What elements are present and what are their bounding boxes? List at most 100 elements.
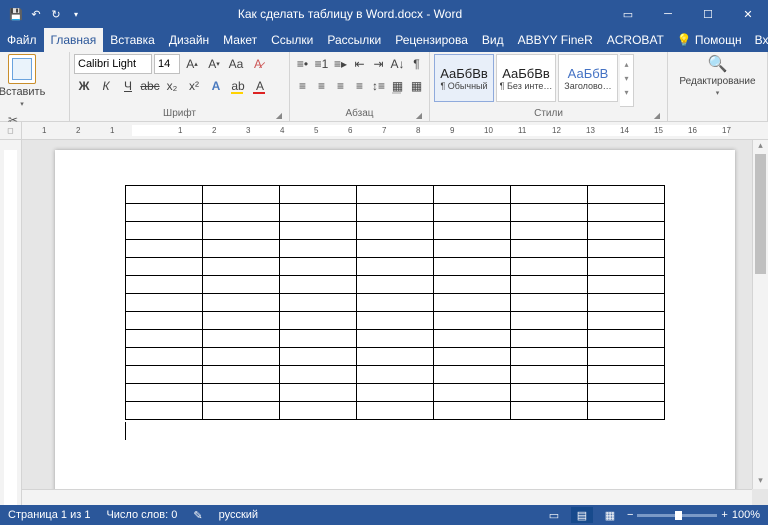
table-cell[interactable] <box>126 366 203 384</box>
table-cell[interactable] <box>203 366 280 384</box>
table-cell[interactable] <box>280 276 357 294</box>
status-words[interactable]: Число слов: 0 <box>106 509 177 521</box>
table-cell[interactable] <box>357 330 434 348</box>
table-cell[interactable] <box>280 312 357 330</box>
table-cell[interactable] <box>434 204 511 222</box>
table-cell[interactable] <box>203 348 280 366</box>
table-cell[interactable] <box>126 384 203 402</box>
table-row[interactable] <box>126 294 665 312</box>
subscript-button[interactable]: x₂ <box>162 76 182 96</box>
table-cell[interactable] <box>588 186 665 204</box>
table-row[interactable] <box>126 222 665 240</box>
vertical-scrollbar[interactable]: ▴ ▾ <box>752 140 768 489</box>
table-cell[interactable] <box>588 204 665 222</box>
ribbon-options-icon[interactable]: ▭ <box>608 0 648 28</box>
highlight-color-icon[interactable]: ab <box>228 76 248 96</box>
tab-file[interactable]: Файл <box>0 28 44 52</box>
table-cell[interactable] <box>280 258 357 276</box>
table-row[interactable] <box>126 258 665 276</box>
table-cell[interactable] <box>126 348 203 366</box>
table-row[interactable] <box>126 240 665 258</box>
spellcheck-icon[interactable]: ✎ <box>193 509 202 522</box>
font-color-icon[interactable]: A <box>250 76 270 96</box>
italic-button[interactable]: К <box>96 76 116 96</box>
table-cell[interactable] <box>511 312 588 330</box>
table-cell[interactable] <box>588 312 665 330</box>
table-cell[interactable] <box>434 222 511 240</box>
table-cell[interactable] <box>434 186 511 204</box>
table-cell[interactable] <box>357 276 434 294</box>
tab-mailings[interactable]: Рассылки <box>320 28 388 52</box>
table-cell[interactable] <box>126 276 203 294</box>
table-cell[interactable] <box>511 294 588 312</box>
text-effects-icon[interactable]: A <box>206 76 226 96</box>
table-cell[interactable] <box>434 402 511 420</box>
table-cell[interactable] <box>357 204 434 222</box>
tab-view[interactable]: Вид <box>475 28 511 52</box>
table-cell[interactable] <box>203 204 280 222</box>
style-item-0[interactable]: АаБбВв¶ Обычный <box>434 54 494 102</box>
table-cell[interactable] <box>280 330 357 348</box>
sort-icon[interactable]: A↓ <box>389 54 406 74</box>
tell-me[interactable]: 💡Помощн <box>671 28 748 52</box>
maximize-icon[interactable]: ☐ <box>688 0 728 28</box>
undo-icon[interactable]: ↶ <box>28 6 44 22</box>
table-cell[interactable] <box>588 276 665 294</box>
font-size-select[interactable]: 14 <box>154 54 180 74</box>
table-cell[interactable] <box>511 222 588 240</box>
bold-button[interactable]: Ж <box>74 76 94 96</box>
table-cell[interactable] <box>511 366 588 384</box>
table-cell[interactable] <box>511 402 588 420</box>
table-cell[interactable] <box>511 186 588 204</box>
table-cell[interactable] <box>357 186 434 204</box>
table-row[interactable] <box>126 330 665 348</box>
table-cell[interactable] <box>126 204 203 222</box>
table-cell[interactable] <box>588 294 665 312</box>
tab-acrobat[interactable]: ACROBAT <box>600 28 671 52</box>
zoom-in-icon[interactable]: + <box>721 509 727 521</box>
table-cell[interactable] <box>511 330 588 348</box>
read-mode-icon[interactable]: ▭ <box>543 507 565 523</box>
table-cell[interactable] <box>511 348 588 366</box>
justify-icon[interactable]: ≡ <box>351 76 368 96</box>
signin-link[interactable]: Вход <box>748 28 768 52</box>
table-cell[interactable] <box>588 366 665 384</box>
status-page[interactable]: Страница 1 из 1 <box>8 509 90 521</box>
table-row[interactable] <box>126 366 665 384</box>
show-marks-icon[interactable]: ¶ <box>408 54 425 74</box>
scroll-thumb[interactable] <box>755 154 766 274</box>
table-cell[interactable] <box>280 366 357 384</box>
table-cell[interactable] <box>357 258 434 276</box>
increase-indent-icon[interactable]: ⇥ <box>370 54 387 74</box>
table-cell[interactable] <box>126 402 203 420</box>
redo-icon[interactable]: ↻ <box>48 6 64 22</box>
tab-design[interactable]: Дизайн <box>162 28 216 52</box>
table-cell[interactable] <box>588 258 665 276</box>
zoom-slider[interactable] <box>637 514 717 517</box>
document-canvas[interactable] <box>22 140 768 505</box>
table-cell[interactable] <box>434 330 511 348</box>
tab-abbyy[interactable]: ABBYY FineR <box>511 28 600 52</box>
table-cell[interactable] <box>434 276 511 294</box>
tab-layout[interactable]: Макет <box>216 28 264 52</box>
table-cell[interactable] <box>280 384 357 402</box>
document-table[interactable] <box>125 185 665 420</box>
table-cell[interactable] <box>357 312 434 330</box>
paste-button[interactable]: Вставить ▾ <box>4 54 40 108</box>
grow-font-icon[interactable]: A▴ <box>182 54 202 74</box>
underline-button[interactable]: Ч <box>118 76 138 96</box>
table-cell[interactable] <box>203 258 280 276</box>
table-cell[interactable] <box>203 240 280 258</box>
bullets-icon[interactable]: ≡• <box>294 54 311 74</box>
web-layout-icon[interactable]: ▦ <box>599 507 621 523</box>
change-case-icon[interactable]: Aa <box>226 54 246 74</box>
table-cell[interactable] <box>280 294 357 312</box>
multilevel-icon[interactable]: ≡▸ <box>332 54 349 74</box>
styles-gallery-more[interactable]: ▴▾▾ <box>620 54 634 107</box>
table-cell[interactable] <box>434 312 511 330</box>
align-left-icon[interactable]: ≡ <box>294 76 311 96</box>
font-dialog-launcher[interactable]: ◢ <box>273 109 285 121</box>
table-cell[interactable] <box>126 240 203 258</box>
table-cell[interactable] <box>203 330 280 348</box>
zoom-value[interactable]: 100% <box>732 509 760 521</box>
